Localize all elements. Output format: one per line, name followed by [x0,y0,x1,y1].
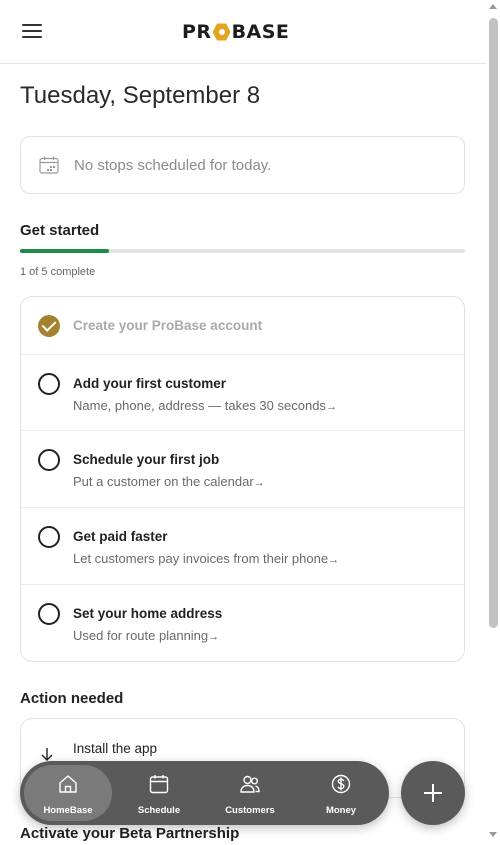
task-title: Set your home address [73,606,223,621]
task-subtitle-text: Used for route planning [73,628,209,643]
task-subtitle: Name, phone, address — takes 30 seconds→ [73,398,337,413]
task-home-address[interactable]: Set your home address Used for route pla… [21,585,464,661]
nav-label: Customers [225,805,275,816]
get-started-progress-bar [20,249,465,253]
empty-circle-icon [38,526,60,548]
scrollbar-thumb[interactable] [489,18,498,628]
schedule-empty-text: No stops scheduled for today. [74,156,272,174]
task-get-paid[interactable]: Get paid faster Let customers pay invoic… [21,508,464,585]
task-subtitle: Put a customer on the calendar→ [73,474,265,489]
home-icon [59,775,77,793]
arrow-right-icon: → [253,477,265,489]
nav-label: HomeBase [43,805,93,816]
task-title: Get paid faster [73,529,168,544]
dollar-icon [331,774,351,794]
task-subtitle-text: Put a customer on the calendar [73,474,254,489]
arrow-right-icon: → [328,554,340,566]
add-plus-button[interactable] [401,761,465,825]
logo-hex-icon [212,23,231,41]
get-started-heading: Get started [20,222,100,239]
hamburger-menu-icon[interactable] [22,24,42,40]
nav-schedule[interactable]: Schedule [115,765,203,821]
logo-text-right: BASE [231,21,290,43]
probase-logo[interactable]: PR BASE [182,20,289,44]
arrow-right-icon: → [208,631,220,643]
nav-label: Schedule [137,805,181,816]
task-schedule-job[interactable]: Schedule your first job Put a customer o… [21,431,464,508]
task-title: Create your ProBase account [73,318,263,333]
page-title: Tuesday, September 8 [20,82,261,109]
beta-partnership-heading: Activate your Beta Partnership [20,825,240,842]
top-header: PR BASE [0,0,486,64]
task-subtitle-text: Name, phone, address — takes 30 seconds [73,398,326,413]
logo-text-left: PR [182,21,212,43]
bottom-nav-bar: HomeBase Schedule Customers Money [20,761,389,825]
task-subtitle: Let customers pay invoices from their ph… [73,551,339,566]
customers-icon [240,775,260,793]
scroll-up-arrow-icon[interactable] [489,4,497,9]
calendar-icon [39,156,59,174]
schedule-empty-card: No stops scheduled for today. [20,136,465,194]
checkmark-done-icon [38,315,60,337]
nav-label: Money [325,805,357,816]
task-title: Schedule your first job [73,452,220,467]
progress-count-text: 1 of 5 complete [20,266,96,278]
action-needed-heading: Action needed [20,690,124,707]
task-create-account[interactable]: Create your ProBase account [21,297,464,355]
nav-customers[interactable]: Customers [206,765,294,821]
empty-circle-icon [38,449,60,471]
task-subtitle-text: Let customers pay invoices from their ph… [73,551,329,566]
task-subtitle: Used for route planning→ [73,628,219,643]
nav-money[interactable]: Money [297,765,385,821]
arrow-right-icon: → [325,401,337,413]
calendar-icon [149,775,169,794]
empty-circle-icon [38,373,60,395]
empty-circle-icon [38,603,60,625]
task-add-customer[interactable]: Add your first customer Name, phone, add… [21,355,464,431]
scroll-down-arrow-icon[interactable] [489,832,497,837]
task-title: Add your first customer [73,376,227,391]
nav-homebase[interactable]: HomeBase [24,765,112,821]
progress-fill [20,249,109,253]
install-app-text: Install the app [73,741,158,756]
onboarding-task-list: Create your ProBase account Add your fir… [20,296,465,662]
